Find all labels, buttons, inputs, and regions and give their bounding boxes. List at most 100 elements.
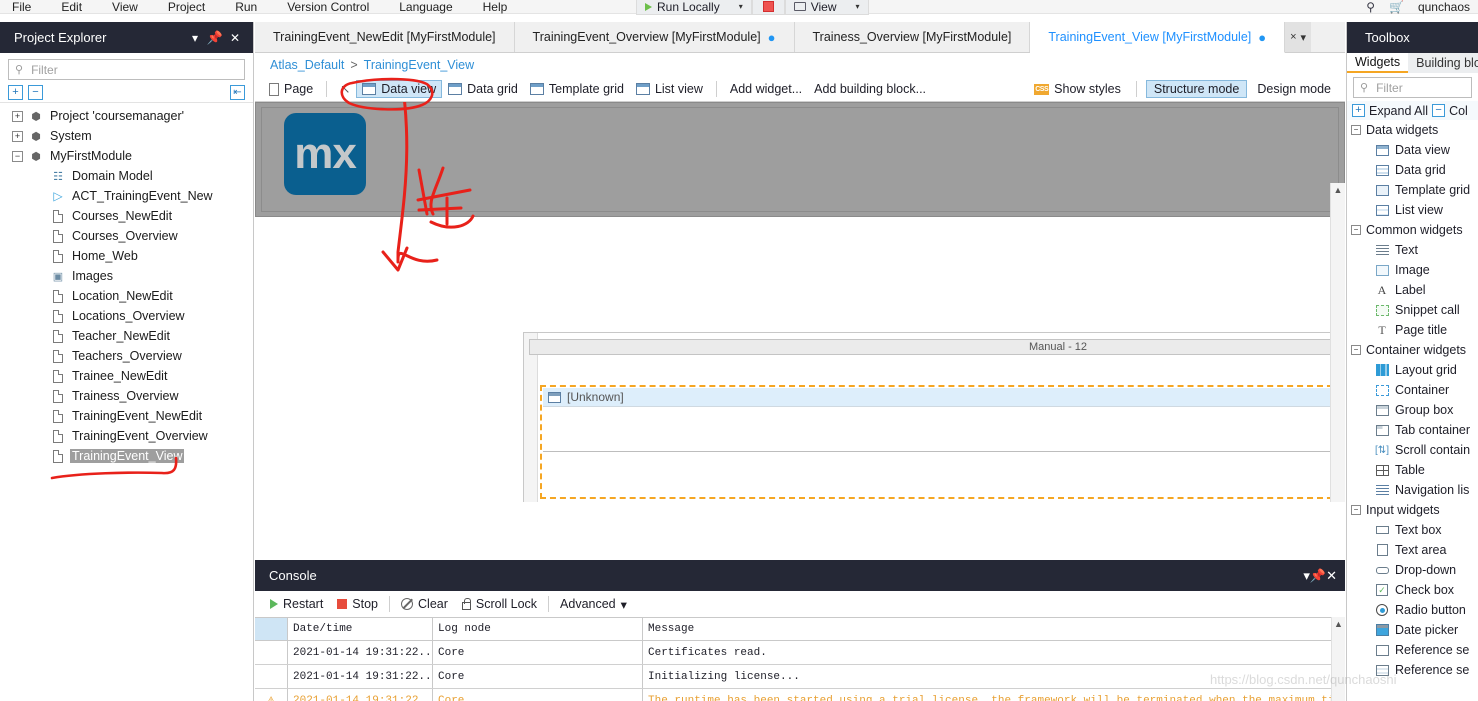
toolbox-group-container-widgets[interactable]: −Container widgets — [1347, 340, 1478, 360]
toolbox-item-tab-container[interactable]: Tab container — [1347, 420, 1478, 440]
toolbox-item-date-picker[interactable]: Date picker — [1347, 620, 1478, 640]
tree-item-courses-overview[interactable]: Courses_Overview — [0, 226, 253, 246]
add-building-block-button[interactable]: Add building block... — [808, 80, 932, 98]
toolbox-item-group-box[interactable]: Group box — [1347, 400, 1478, 420]
tree-item-act-trainingevent-new[interactable]: ▷ACT_TrainingEvent_New — [0, 186, 253, 206]
toolbox-expand-all-button[interactable]: + — [1352, 104, 1365, 117]
chevron-down-icon-2[interactable]: ▾ — [856, 2, 860, 11]
menu-run[interactable]: Run — [235, 1, 257, 13]
toolbox-item-label[interactable]: ALabel — [1347, 280, 1478, 300]
data-view-header[interactable]: [Unknown] — [543, 388, 1345, 407]
tree-item-trainess-overview[interactable]: Trainess_Overview — [0, 386, 253, 406]
toolbox-group-input-widgets[interactable]: −Input widgets — [1347, 500, 1478, 520]
breadcrumb-root[interactable]: Atlas_Default — [270, 58, 344, 72]
view-app-button[interactable]: View ▾ — [785, 0, 869, 15]
page-canvas[interactable]: mx [Unknown] Manual - 12 — [255, 102, 1345, 502]
console-advanced-button[interactable]: Advanced ▾ — [553, 597, 634, 612]
menu-file[interactable]: File — [12, 1, 31, 13]
menu-edit[interactable]: Edit — [61, 1, 82, 13]
toolbox-tab-building-blo[interactable]: Building blo — [1408, 53, 1478, 73]
toolbox-item-snippet-call[interactable]: Snippet call — [1347, 300, 1478, 320]
menu-view[interactable]: View — [112, 1, 138, 13]
design-mode-button[interactable]: Design mode — [1249, 80, 1339, 98]
show-styles-button[interactable]: CSS Show styles — [1028, 80, 1127, 98]
console-scroll-lock-button[interactable]: Scroll Lock — [455, 597, 544, 611]
collapse-icon[interactable]: − — [1351, 345, 1361, 355]
toolbox-item-image[interactable]: Image — [1347, 260, 1478, 280]
toolbox-item-drop-down[interactable]: Drop-down — [1347, 560, 1478, 580]
account-name[interactable]: qunchaos — [1418, 0, 1470, 14]
console-close-icon[interactable]: ✕ — [1326, 568, 1337, 584]
stop-button[interactable] — [752, 0, 785, 15]
toolbox-item-text-area[interactable]: Text area — [1347, 540, 1478, 560]
editor-tab-1[interactable]: TrainingEvent_Overview [MyFirstModule]● — [515, 22, 795, 52]
toolbox-item-reference-se[interactable]: Reference se — [1347, 660, 1478, 680]
collapse-all-button[interactable]: − — [28, 85, 43, 100]
menu-language[interactable]: Language — [399, 1, 452, 13]
toolbox-item-text[interactable]: Text — [1347, 240, 1478, 260]
toolbox-filter-box[interactable]: ⚲ — [1353, 77, 1472, 98]
toolbox-collapse-all-button[interactable]: − — [1432, 104, 1445, 117]
tree-item-myfirstmodule[interactable]: −⬢MyFirstModule — [0, 146, 253, 166]
console-log-row[interactable]: 2021-01-14 19:31:22...CoreCertificates r… — [255, 641, 1345, 665]
tree-item-trainingevent-newedit[interactable]: TrainingEvent_NewEdit — [0, 406, 253, 426]
console-stop-button[interactable]: Stop — [330, 597, 385, 611]
toolbox-item-data-view[interactable]: Data view — [1347, 140, 1478, 160]
cart-icon[interactable]: 🛒 — [1389, 0, 1404, 14]
tree-item-location-newedit[interactable]: Location_NewEdit — [0, 286, 253, 306]
toolbox-item-radio-button[interactable]: Radio button — [1347, 600, 1478, 620]
project-filter-box[interactable]: ⚲ — [8, 59, 245, 80]
collapse-icon[interactable]: − — [1351, 125, 1361, 135]
tree-item-system[interactable]: +⬢System — [0, 126, 253, 146]
toolbox-collapse-all-label[interactable]: Col — [1449, 104, 1468, 118]
menu-version-control[interactable]: Version Control — [287, 1, 369, 13]
toolbox-item-list-view[interactable]: List view — [1347, 200, 1478, 220]
project-filter-input[interactable] — [29, 62, 238, 78]
collapse-icon[interactable]: − — [1351, 505, 1361, 515]
toolbox-item-template-grid[interactable]: Template grid — [1347, 180, 1478, 200]
canvas-vertical-scrollbar[interactable]: ▲ — [1330, 183, 1345, 502]
toolbox-item-navigation-lis[interactable]: Navigation lis — [1347, 480, 1478, 500]
editor-tab-2[interactable]: Trainess_Overview [MyFirstModule] — [795, 22, 1031, 52]
select-tool-button[interactable]: ↖ — [334, 80, 356, 98]
panel-menu-icon[interactable]: ▾ — [185, 31, 205, 45]
scroll-up-icon[interactable]: ▲ — [1331, 183, 1345, 197]
data-view-footer-area[interactable] — [543, 452, 1345, 496]
expand-icon[interactable]: + — [12, 131, 23, 142]
template-grid-tool-button[interactable]: Template grid — [524, 80, 630, 98]
toolbox-item-page-title[interactable]: TPage title — [1347, 320, 1478, 340]
data-grid-tool-button[interactable]: Data grid — [442, 80, 524, 98]
console-col-lognode[interactable]: Log node — [433, 618, 643, 640]
close-icon[interactable]: ✕ — [225, 31, 245, 45]
tab-list-chevron-icon[interactable]: ▾ — [1301, 31, 1307, 44]
collapse-icon[interactable]: − — [1351, 225, 1361, 235]
collapse-icon[interactable]: − — [12, 151, 23, 162]
menu-project[interactable]: Project — [168, 1, 205, 13]
console-pin-icon[interactable]: 📌 — [1310, 568, 1326, 584]
breadcrumb-current[interactable]: TrainingEvent_View — [364, 58, 474, 72]
layout-header-region[interactable]: mx — [255, 102, 1345, 217]
tree-item-home-web[interactable]: Home_Web — [0, 246, 253, 266]
toolbox-item-table[interactable]: Table — [1347, 460, 1478, 480]
tab-close-icon[interactable]: × — [1290, 31, 1296, 43]
console-clear-button[interactable]: Clear — [394, 597, 455, 611]
console-vertical-scrollbar[interactable]: ▲ — [1331, 617, 1345, 701]
toolbox-item-reference-se[interactable]: Reference se — [1347, 640, 1478, 660]
toolbox-item-container[interactable]: Container — [1347, 380, 1478, 400]
toolbox-item-data-grid[interactable]: Data grid — [1347, 160, 1478, 180]
editor-tab-0[interactable]: TrainingEvent_NewEdit [MyFirstModule] — [255, 22, 515, 52]
search-icon[interactable]: ⚲ — [1366, 0, 1375, 14]
toolbox-filter-input[interactable] — [1374, 80, 1478, 96]
tree-item-courses-newedit[interactable]: Courses_NewEdit — [0, 206, 253, 226]
layout-grid-region[interactable]: [Unknown] — [523, 332, 1345, 502]
data-view-widget[interactable]: [Unknown] — [540, 385, 1345, 499]
tree-item-locations-overview[interactable]: Locations_Overview — [0, 306, 253, 326]
tree-item-teacher-newedit[interactable]: Teacher_NewEdit — [0, 326, 253, 346]
menu-help[interactable]: Help — [483, 1, 508, 13]
tree-item-teachers-overview[interactable]: Teachers_Overview — [0, 346, 253, 366]
page-button[interactable]: Page — [263, 80, 319, 98]
toolbox-item-text-box[interactable]: Text box — [1347, 520, 1478, 540]
expand-icon[interactable]: + — [12, 111, 23, 122]
tree-item-images[interactable]: ▣Images — [0, 266, 253, 286]
pin-icon[interactable]: 📌 — [205, 30, 225, 46]
